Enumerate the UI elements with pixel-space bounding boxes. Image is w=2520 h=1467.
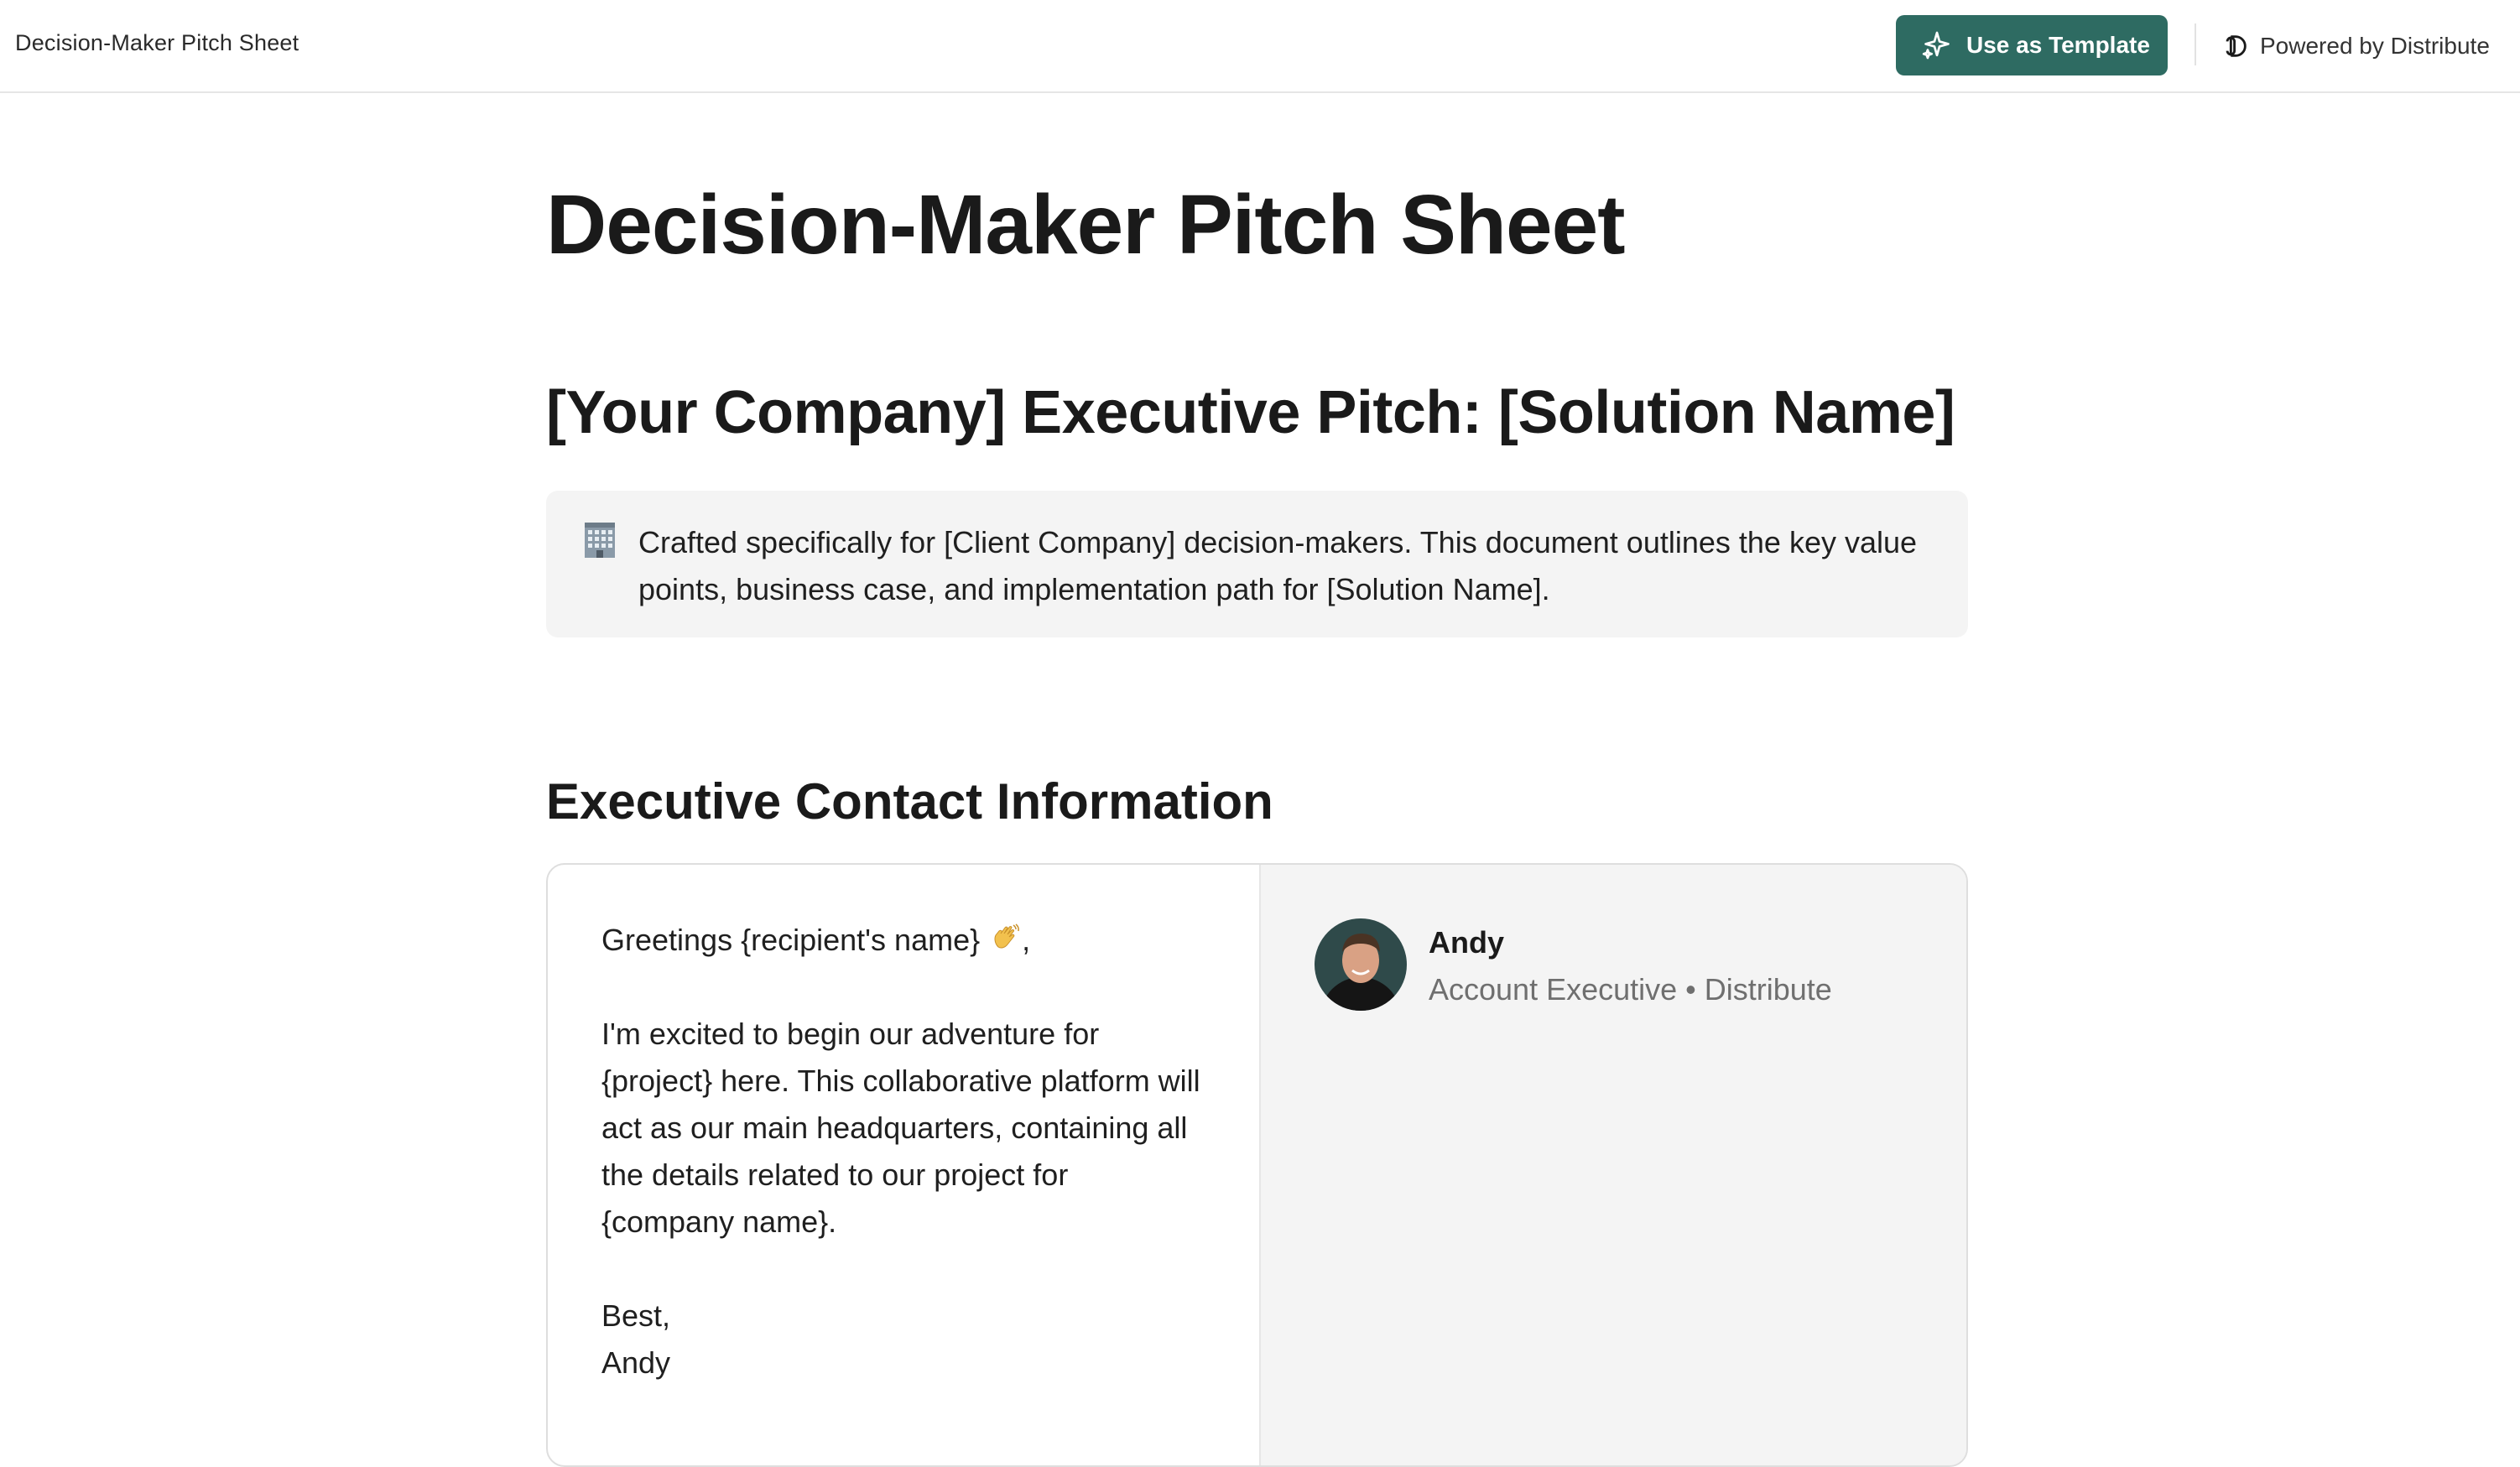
- top-bar: Decision-Maker Pitch Sheet Use as Templa…: [0, 0, 2520, 93]
- waving-hand-icon: [994, 923, 1020, 949]
- document-name: Decision-Maker Pitch Sheet: [15, 30, 299, 55]
- avatar: [1315, 918, 1407, 1011]
- contact-heading: Executive Contact Information: [546, 773, 1273, 830]
- page-title: Decision-Maker Pitch Sheet: [546, 178, 1626, 272]
- greeting-suffix: ,: [1022, 923, 1031, 957]
- distribute-logo-icon: [2226, 35, 2247, 57]
- sender-panel: Andy Account Executive • Distribute: [1259, 865, 1966, 1465]
- message-panel: Greetings {recipient's name} , I'm excit…: [548, 865, 1259, 1465]
- use-as-template-button[interactable]: Use as Template: [1896, 15, 2168, 75]
- pitch-heading: [Your Company] Executive Pitch: [Solutio…: [546, 379, 1955, 446]
- topbar-divider: [2195, 23, 2196, 65]
- powered-by-label: Powered by Distribute: [2260, 33, 2490, 59]
- sender-name: Andy: [1429, 925, 1504, 960]
- sparkle-icon: [1922, 31, 1950, 60]
- greeting-text: Greetings {recipient's name}: [601, 923, 989, 957]
- powered-by-link[interactable]: Powered by Distribute: [2221, 25, 2490, 67]
- signoff: Best,: [601, 1298, 671, 1333]
- signature: Andy: [601, 1345, 671, 1380]
- callout-text: Crafted specifically for [Client Company…: [638, 525, 1918, 606]
- message-body: I'm excited to begin our adventure for {…: [601, 1017, 1200, 1239]
- use-as-template-label: Use as Template: [1966, 32, 2150, 58]
- callout-box: Crafted specifically for [Client Company…: [546, 491, 1968, 637]
- greeting-line: Greetings {recipient's name} ,: [601, 917, 1209, 964]
- contact-card: Greetings {recipient's name} , I'm excit…: [546, 863, 1968, 1467]
- sender-role: Account Executive • Distribute: [1429, 972, 1832, 1007]
- office-building-icon: [585, 523, 615, 558]
